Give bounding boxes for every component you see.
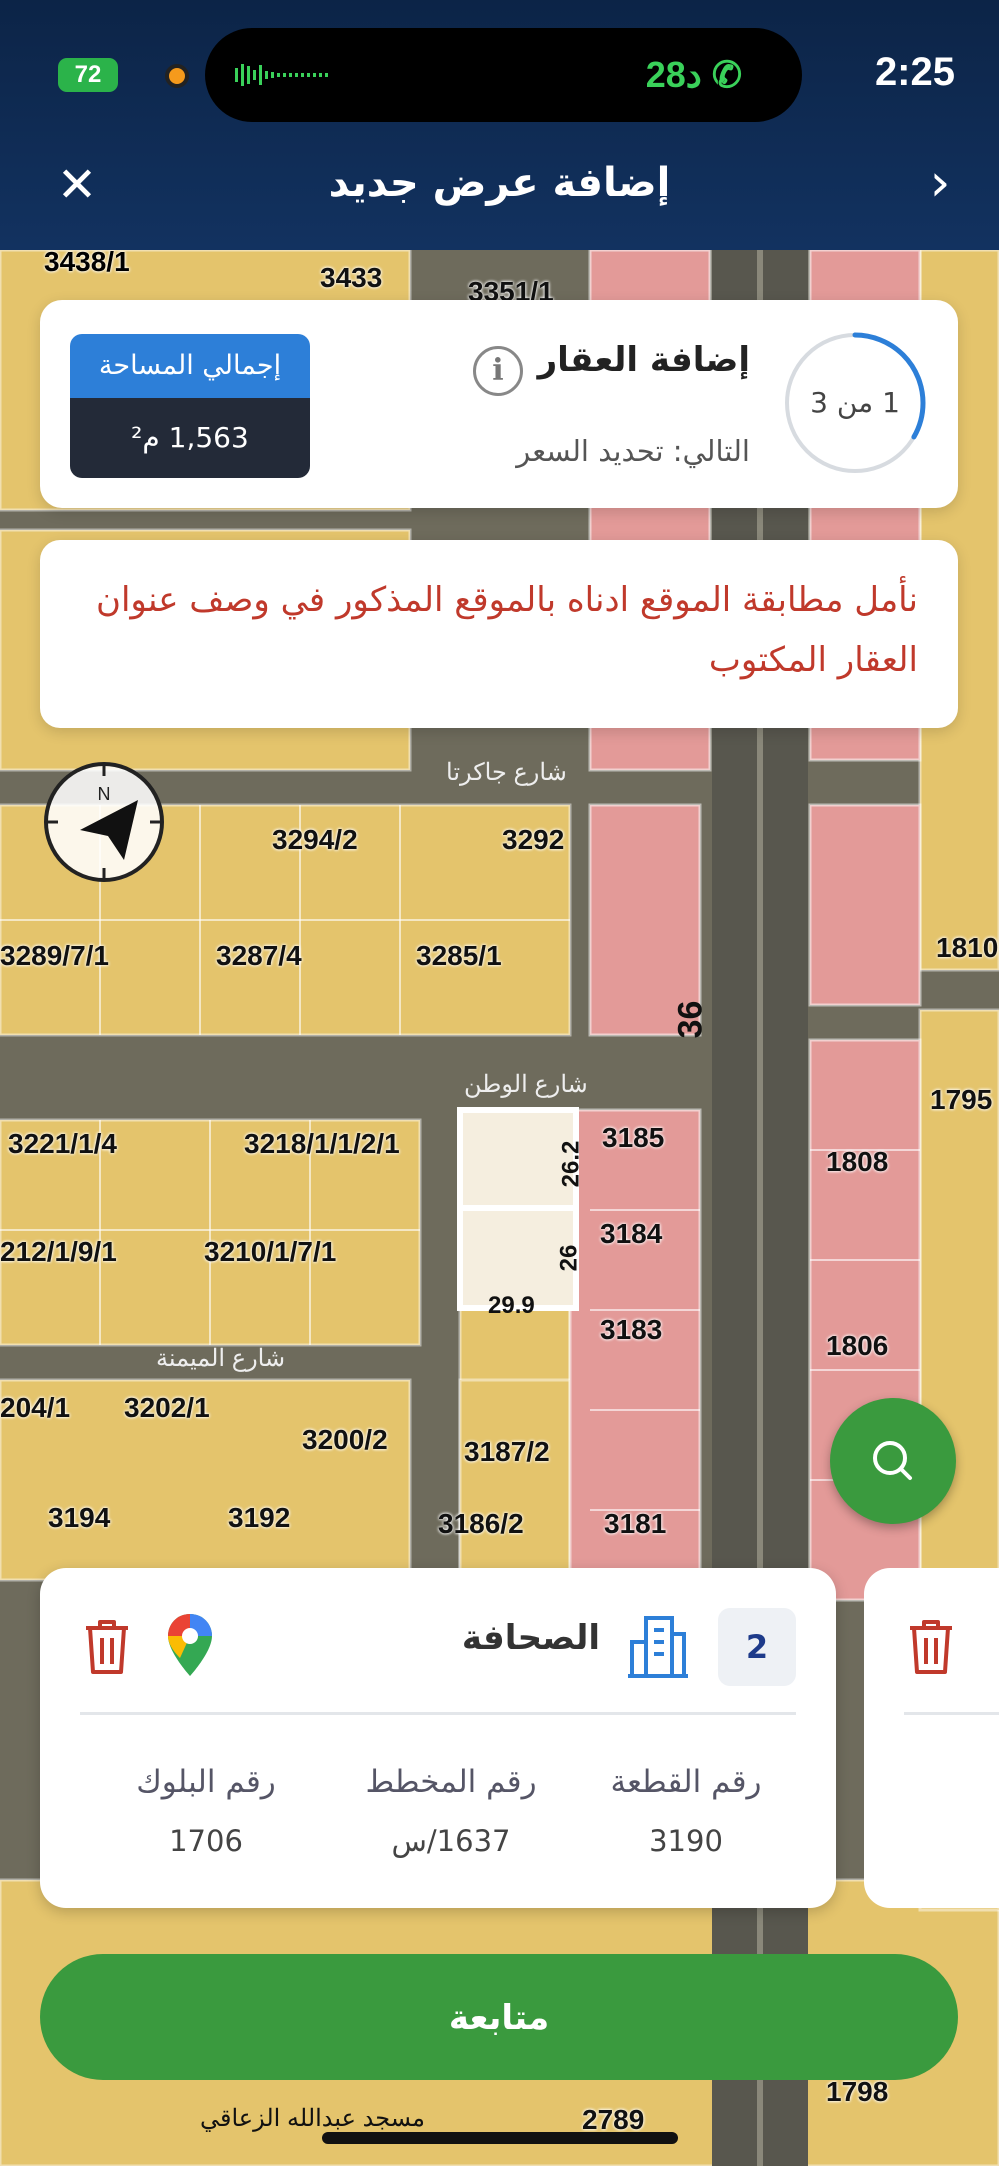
next-parcel-card[interactable] [864,1568,999,1908]
street-label: شارع الوطن [464,1071,588,1098]
street-label: شارع الميمنة [156,1345,286,1372]
top-bar: 72 28د ✆ 2:25 ✕ إضافة عرض جديد › [0,0,999,250]
compass-icon[interactable]: N [42,760,166,884]
block-number-column: رقم البلوك 1706 [96,1764,316,1858]
parcel-label: 1808 [826,1146,889,1177]
battery-indicator: 72 [58,58,118,92]
parcel-label: 1810 [936,932,999,963]
card-divider [80,1712,796,1715]
column-value: 1706 [169,1824,243,1858]
chevron-right-icon: › [929,153,951,213]
dynamic-island[interactable]: 28د ✆ [205,28,802,122]
road-number: 36 [671,1000,710,1039]
column-value: 1637/س [391,1824,511,1858]
map-search-button[interactable] [830,1398,956,1524]
column-label: رقم القطعة [610,1764,762,1800]
card-divider [904,1712,999,1715]
street-label: شارع جاكرتا [446,759,567,786]
parcel-label: 3185 [602,1122,665,1153]
svg-text:N: N [98,784,111,804]
page-title: إضافة عرض جديد [328,160,671,206]
parcel-label: 3438/1 [44,246,130,277]
parcel-label: 3294/2 [272,824,358,855]
trash-icon[interactable] [84,1618,130,1676]
step-title: إضافة العقار [537,340,750,380]
search-icon [873,1441,912,1480]
recording-indicator-icon [165,64,189,88]
parcel-label: 1798 [826,2076,889,2107]
phone-icon: ✆ [711,54,742,95]
parcel-label: 3186/2 [438,1508,524,1539]
parcel-label: 204/1 [0,1392,71,1423]
notice-text: نأمل مطابقة الموقع ادناه بالموقع المذكور… [95,580,918,680]
parcel-label: 3218/1/1/2/1 [244,1128,400,1159]
parcel-label: 3210/1/7/1 [204,1236,337,1267]
parcel-number-column: رقم القطعة 3190 [576,1764,796,1858]
parcel-index-badge: 2 [718,1608,796,1686]
plan-number-column: رقم المخطط 1637/س [341,1764,561,1858]
parcel-card[interactable]: 2 الصحافة رقم القطعة 3190 رقم المخطط 163… [40,1568,836,1908]
district-name: الصحافة [461,1618,600,1658]
parcel-label: 3289/7/1 [0,940,109,971]
dimension-label: 26 [555,1244,583,1272]
dimension-label: 26.2 [557,1140,585,1188]
step-card: 1 من 3 إضافة العقار i التالي: تحديد السع… [40,300,958,508]
parcel-label: 3181 [604,1508,667,1539]
parcel-label: 3433 [320,262,383,293]
parcel-label: 3202/1 [124,1392,210,1423]
column-label: رقم البلوك [136,1764,276,1800]
trash-icon[interactable] [908,1618,954,1676]
building-icon [628,1616,688,1678]
parcel-label: 3221/1/4 [8,1128,117,1159]
dimension-label: 29.9 [488,1292,535,1319]
total-area-label: إجمالي المساحة [70,334,310,398]
location-notice: نأمل مطابقة الموقع ادناه بالموقع المذكور… [40,540,958,728]
parcel-label: 3184 [600,1218,663,1249]
street-label: مسجد عبدالله الزعاقي [200,2105,425,2132]
parcel-label: 3183 [600,1314,663,1345]
parcel-label: 3292 [502,824,565,855]
column-label: رقم المخطط [365,1764,537,1800]
next-step-label: التالي: تحديد السعر [516,434,750,468]
parcel-label: 212/1/9/1 [0,1236,117,1267]
battery-level: 72 [74,61,102,88]
parcel-label: 3187/2 [464,1436,550,1467]
info-icon[interactable]: i [473,346,523,396]
parcel-label: 3285/1 [416,940,502,971]
back-button[interactable]: › [915,157,965,210]
parcel-label: 3200/2 [302,1424,388,1455]
parcel-label: 3192 [228,1502,291,1533]
google-maps-icon[interactable] [166,1612,214,1678]
parcel-label: 3194 [48,1502,111,1533]
status-time: 2:25 [874,50,955,94]
home-indicator[interactable] [322,2132,678,2144]
call-duration: 28د [645,54,702,95]
total-area-value: 1,563 م² [70,398,310,478]
continue-button[interactable]: متابعة [40,1954,958,2080]
column-value: 3190 [649,1824,723,1858]
call-timer: 28د ✆ [646,54,742,96]
parcel-label: 1795 [930,1084,993,1115]
total-area-box: إجمالي المساحة 1,563 م² [70,334,310,478]
step-progress-label: 1 من 3 [810,386,900,419]
parcel-label: 3287/4 [216,940,302,971]
audio-wave-icon [235,64,328,86]
parcel-label: 1806 [826,1330,889,1361]
